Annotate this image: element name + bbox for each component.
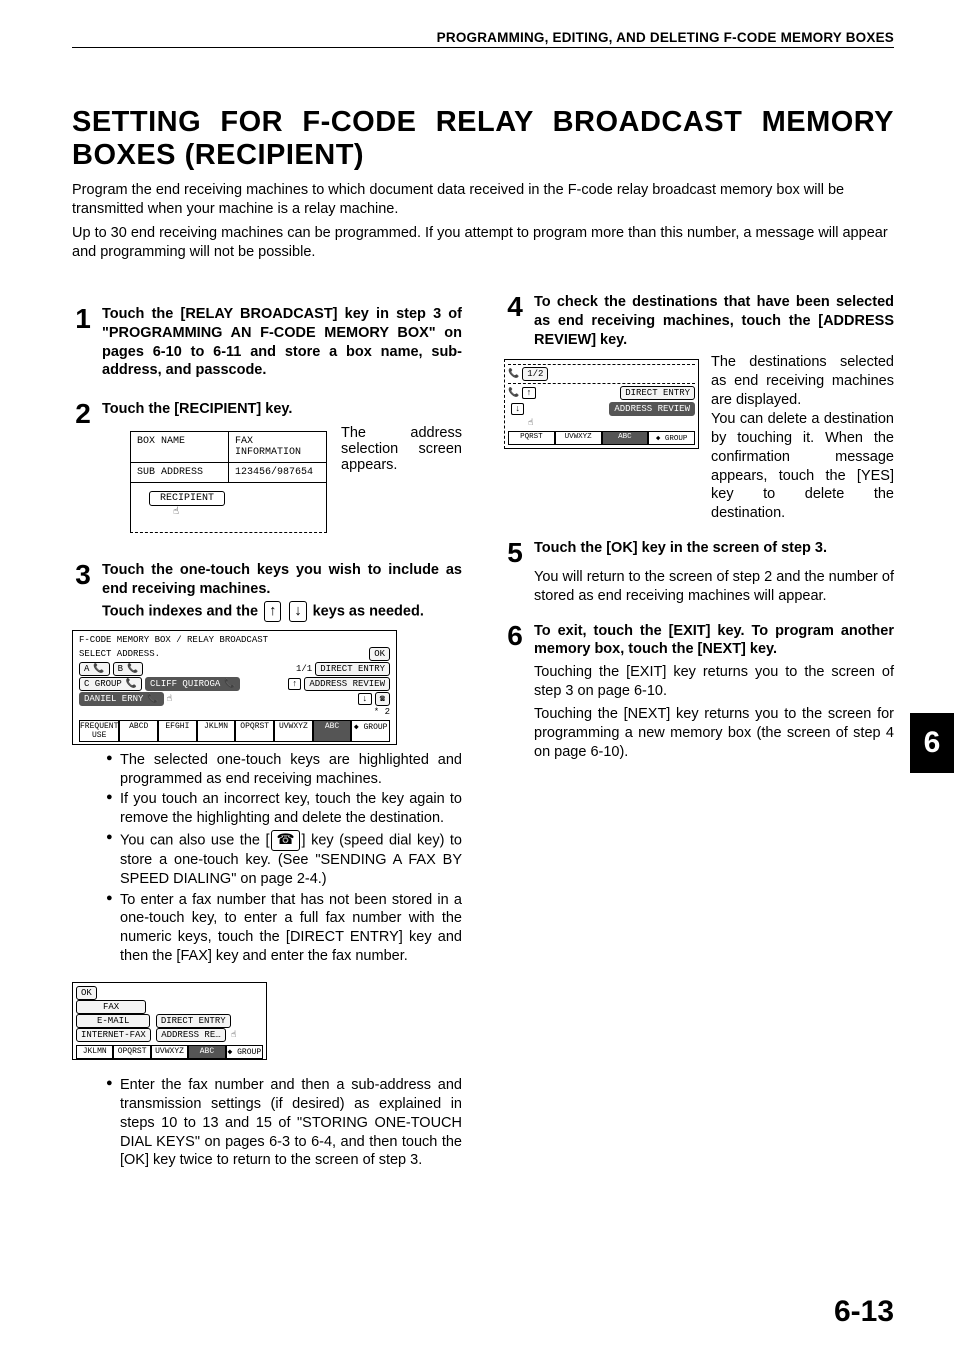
page-title: SETTING FOR F-CODE RELAY BROADCAST MEMOR…	[72, 106, 894, 173]
speed-dial-icon: ☎	[271, 830, 299, 851]
one-touch-cliff[interactable]: CLIFF QUIROGA 📞	[145, 677, 240, 691]
page-indicator: 1/2	[522, 367, 548, 381]
sub-address-value: 123456/987654	[228, 463, 326, 483]
page-number: 6-13	[834, 1295, 894, 1329]
step-2-heading: Touch the [RECIPIENT] key.	[102, 400, 462, 419]
intro-paragraph-2: Up to 30 end receiving machines can be p…	[72, 224, 894, 263]
index-tab[interactable]: FREQUENT USE	[79, 721, 119, 742]
index-tab[interactable]: ◆ GROUP	[351, 721, 390, 742]
direct-entry-button[interactable]: DIRECT ENTRY	[156, 1014, 231, 1028]
step-number: 2	[72, 400, 94, 543]
scroll-down-icon[interactable]: ↓	[358, 693, 371, 705]
address-review-figure: 📞 1/2 📞 ↑ DIRECT ENTRY ↓ ADDRESS R	[504, 359, 699, 449]
step-3-bullet: To enter a fax number that has not been …	[106, 891, 462, 966]
fig3-breadcrumb: F-CODE MEMORY BOX / RELAY BROADCAST	[79, 635, 390, 645]
one-touch-cgroup[interactable]: C GROUP 📞	[79, 677, 142, 691]
step-6-text-b: Touching the [NEXT] key returns you to t…	[534, 705, 894, 762]
index-tab[interactable]: UVWXYZ	[274, 721, 313, 742]
fax-info-label: FAX INFORMATION	[228, 432, 326, 463]
fig3-subtitle: SELECT ADDRESS.	[79, 649, 160, 659]
sub-address-label: SUB ADDRESS	[131, 463, 228, 483]
index-tab[interactable]: PQRST	[508, 432, 555, 445]
phone-icon: 📞	[508, 388, 519, 398]
page-indicator: 1/1	[296, 664, 312, 674]
index-tab[interactable]: UVWXYZ	[151, 1046, 188, 1059]
step-3-last-bullet: Enter the fax number and then a sub-addr…	[106, 1076, 462, 1170]
step-4-text-b: You can delete a destination by touching…	[711, 411, 894, 521]
step-6-heading: To exit, touch the [EXIT] key. To progra…	[534, 622, 894, 660]
address-select-figure: F-CODE MEMORY BOX / RELAY BROADCAST SELE…	[72, 630, 397, 745]
step-3-heading-a: Touch the one-touch keys you wish to inc…	[102, 561, 462, 599]
index-tab[interactable]: UVWXYZ	[555, 432, 602, 445]
step-2-text: The address selection screen appears.	[341, 425, 462, 473]
running-head: PROGRAMMING, EDITING, AND DELETING F-COD…	[72, 30, 894, 48]
ok-button[interactable]: OK	[369, 647, 390, 661]
index-tab[interactable]: ABC	[602, 432, 649, 445]
step-6-text-a: Touching the [EXIT] key returns you to t…	[534, 663, 894, 701]
speed-dial-key[interactable]: ☎	[375, 692, 390, 706]
index-tab[interactable]: ABC	[313, 721, 352, 742]
ok-button[interactable]: OK	[76, 986, 97, 1000]
index-tab[interactable]: JKLMN	[76, 1046, 113, 1059]
intro-paragraph-1: Program the end receiving machines to wh…	[72, 181, 894, 220]
recipient-button[interactable]: RECIPIENT	[149, 491, 225, 506]
fax-button[interactable]: FAX	[76, 1000, 146, 1014]
one-touch-b[interactable]: B 📞	[113, 662, 144, 676]
index-tab[interactable]: ◆ GROUP	[226, 1046, 263, 1059]
step-number: 3	[72, 561, 94, 622]
step-4-heading: To check the destinations that have been…	[534, 293, 894, 350]
step-3-heading-b: Touch indexes and the ↑ ↓ keys as needed…	[102, 601, 462, 622]
index-tab[interactable]: ABCD	[119, 721, 158, 742]
step-number: 6	[504, 622, 526, 762]
index-tab[interactable]: EFGHI	[158, 721, 197, 742]
direct-entry-figure: OK FAX E-MAIL DIRECT ENTRY INTERNET-FAX …	[72, 982, 267, 1060]
step-5-text: You will return to the screen of step 2 …	[534, 568, 894, 606]
step-5-heading: Touch the [OK] key in the screen of step…	[534, 539, 894, 558]
step-3-bullet: If you touch an incorrect key, touch the…	[106, 790, 462, 828]
address-review-button[interactable]: ADDRESS REVIEW	[304, 677, 390, 691]
hand-cursor-icon: ☝	[231, 1030, 236, 1040]
scroll-down-icon[interactable]: ↓	[511, 403, 524, 415]
step-3-bullet: You can also use the [☎] key (speed dial…	[106, 830, 462, 889]
chapter-tab: 6	[910, 713, 954, 773]
box-name-label: BOX NAME	[131, 432, 228, 463]
address-review-button[interactable]: ADDRESS RE…	[156, 1028, 225, 1042]
index-tab[interactable]: ◆ GROUP	[648, 432, 695, 445]
index-tab[interactable]: OPQRST	[235, 721, 274, 742]
scroll-up-icon[interactable]: ↑	[288, 678, 301, 690]
recipient-panel-figure: BOX NAME FAX INFORMATION SUB ADDRESS 123…	[130, 431, 327, 533]
hand-cursor-icon: ☝	[528, 418, 533, 428]
down-arrow-icon: ↓	[289, 601, 306, 622]
one-touch-a[interactable]: A 📞	[79, 662, 110, 676]
index-tab[interactable]: JKLMN	[197, 721, 236, 742]
direct-entry-button[interactable]: DIRECT ENTRY	[315, 662, 390, 676]
one-touch-daniel[interactable]: DANIEL ERNY 📞	[79, 692, 164, 706]
phone-icon: 📞	[508, 369, 519, 379]
hand-cursor-icon: ☝	[167, 694, 172, 704]
step-4-text-a: The destinations selected as end receivi…	[711, 354, 894, 408]
index-tab[interactable]: OPQRST	[113, 1046, 150, 1059]
step-1-heading: Touch the [RELAY BROADCAST] key in step …	[102, 305, 462, 380]
step-number: 5	[504, 539, 526, 606]
step-number: 4	[504, 293, 526, 350]
hand-cursor-icon: ☝	[173, 507, 179, 518]
index-tab[interactable]: ABC	[188, 1046, 225, 1059]
address-review-button[interactable]: ADDRESS REVIEW	[609, 402, 695, 416]
direct-entry-button[interactable]: DIRECT ENTRY	[620, 386, 695, 400]
step-number: 1	[72, 305, 94, 380]
scroll-up-icon[interactable]: ↑	[522, 387, 535, 399]
up-arrow-icon: ↑	[264, 601, 281, 622]
email-button[interactable]: E-MAIL	[76, 1014, 150, 1028]
internet-fax-button[interactable]: INTERNET-FAX	[76, 1028, 151, 1042]
star-2: * 2	[374, 707, 390, 717]
step-3-bullet: The selected one-touch keys are highligh…	[106, 751, 462, 789]
